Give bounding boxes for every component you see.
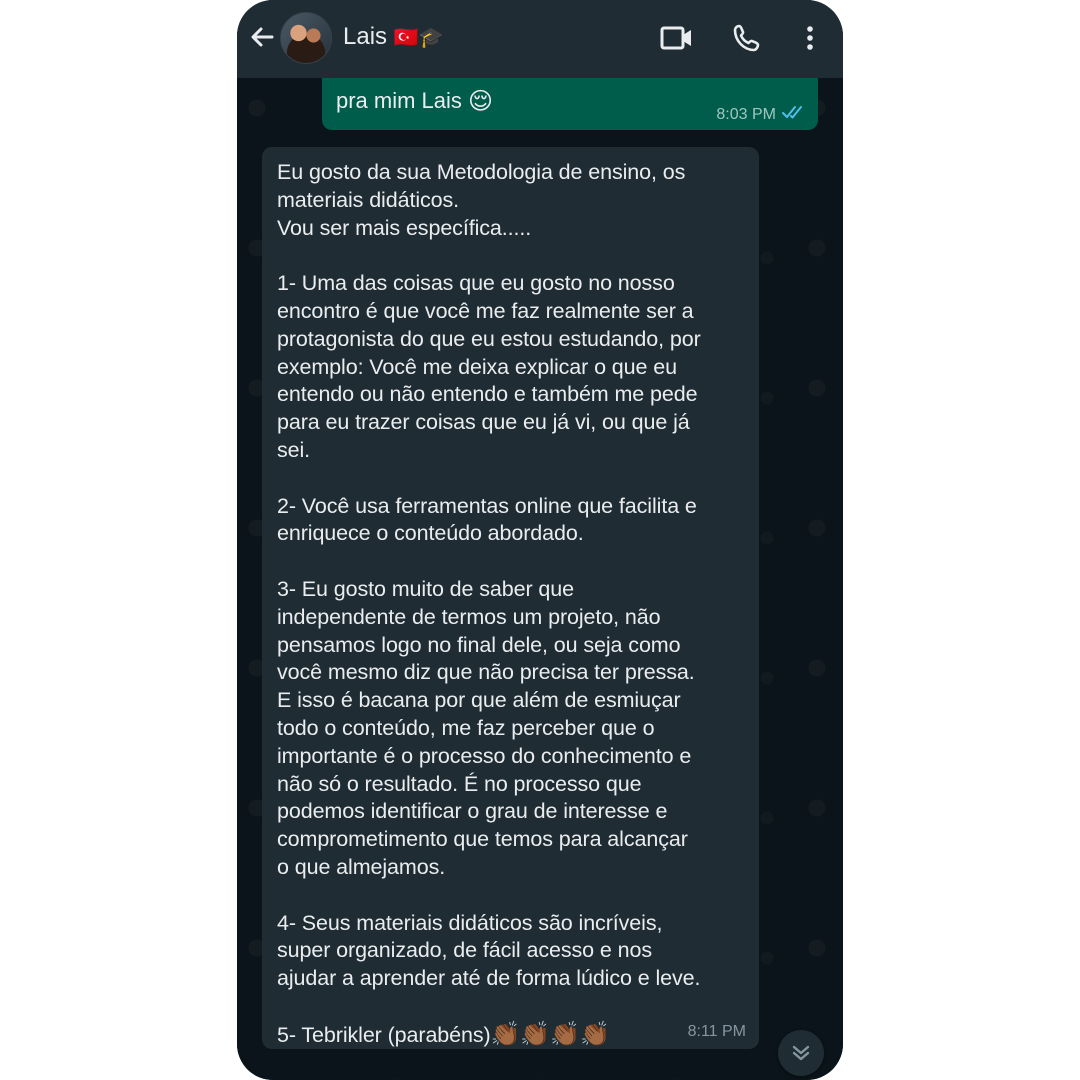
video-call-icon[interactable]	[659, 20, 695, 56]
contact-name-text: Lais	[343, 23, 388, 50]
more-vertical-icon[interactable]	[792, 20, 828, 56]
incoming-time: 8:11 PM	[687, 1023, 746, 1040]
incoming-message[interactable]: Eu gosto da sua Metodologia de ensino, o…	[262, 147, 759, 1049]
clapping-hands-emoji: 👏🏾👏🏾👏🏾👏🏾	[490, 1020, 610, 1048]
phone-frame: Lais 🇹🇷🎓 pra mim Lais 😌 8:03 PM Eu gosto…	[237, 0, 843, 1080]
incoming-text: Eu gosto da sua Metodologia de ensino, o…	[277, 160, 701, 1047]
arrow-left-icon[interactable]	[247, 22, 277, 52]
contact-emoji: 🇹🇷🎓	[393, 27, 444, 49]
outgoing-message[interactable]: pra mim Lais 😌 8:03 PM	[322, 78, 818, 130]
outgoing-meta: 8:03 PM	[716, 105, 806, 124]
double-check-read-icon	[782, 105, 806, 124]
double-chevron-down-icon[interactable]	[778, 1030, 824, 1076]
outgoing-time: 8:03 PM	[716, 105, 776, 123]
chat-header: Lais 🇹🇷🎓	[237, 0, 843, 78]
chat-area[interactable]: pra mim Lais 😌 8:03 PM Eu gosto da sua M…	[237, 78, 843, 1080]
phone-icon[interactable]	[729, 20, 765, 56]
incoming-message-text: Eu gosto da sua Metodologia de ensino, o…	[277, 159, 757, 1050]
contact-name[interactable]: Lais 🇹🇷🎓	[343, 22, 444, 53]
outgoing-text: pra mim Lais	[336, 88, 462, 113]
relieved-face-emoji: 😌	[468, 88, 494, 116]
avatar[interactable]	[280, 12, 332, 64]
outgoing-message-text: pra mim Lais 😌	[336, 86, 493, 117]
